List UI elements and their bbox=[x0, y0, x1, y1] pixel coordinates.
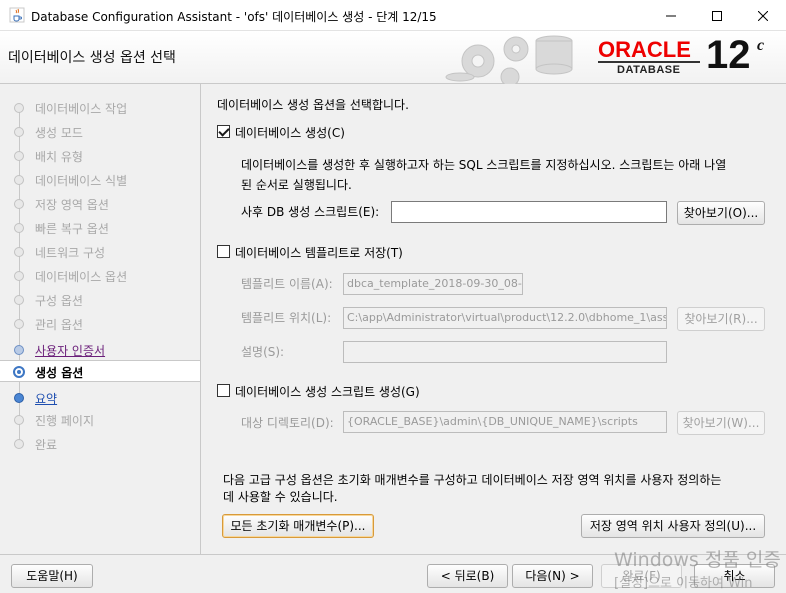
next-button[interactable]: 다음(N) > bbox=[512, 564, 593, 588]
step-indicator-icon bbox=[14, 247, 24, 257]
version-suffix: c bbox=[757, 37, 765, 54]
step-15: 완료 bbox=[0, 433, 200, 455]
activation-watermark-line2: [설정]으로 이동하여 Win bbox=[614, 576, 753, 591]
create-db-desc-line1: 데이터베이스를 생성한 후 실행하고자 하는 SQL 스크립트를 지정하십시오.… bbox=[241, 158, 727, 172]
step-11[interactable]: 사용자 인증서 bbox=[0, 339, 200, 361]
step-10: 관리 옵션 bbox=[0, 313, 200, 335]
step-label: 구성 옵션 bbox=[35, 294, 83, 308]
window-title: Database Configuration Assistant - 'ofs'… bbox=[31, 10, 437, 24]
title-bar: Database Configuration Assistant - 'ofs'… bbox=[0, 0, 786, 31]
step-indicator-icon bbox=[13, 366, 25, 378]
activation-watermark-line1: Windows 정품 인증 bbox=[614, 549, 781, 571]
step-label: 빠른 복구 옵션 bbox=[35, 222, 109, 236]
all-init-params-button[interactable]: 모든 초기화 매개변수(P)... bbox=[222, 514, 374, 538]
step-label: 데이터베이스 옵션 bbox=[35, 270, 128, 284]
step-indicator-icon bbox=[14, 127, 24, 137]
step-indicator-icon bbox=[14, 175, 24, 185]
target-dir-label: 대상 디렉토리(D): bbox=[241, 416, 334, 430]
post-script-browse-button[interactable]: 찾아보기(O)... bbox=[677, 201, 765, 225]
minimize-icon bbox=[666, 15, 676, 16]
step-4: 데이터베이스 식별 bbox=[0, 169, 200, 191]
step-indicator-icon bbox=[14, 151, 24, 161]
template-name-input[interactable]: dbca_template_2018-09-30_08- bbox=[343, 273, 523, 295]
gen-scripts-label[interactable]: 데이터베이스 생성 스크립트 생성(G) bbox=[235, 383, 420, 400]
step-indicator-icon bbox=[14, 393, 24, 403]
maximize-button[interactable] bbox=[694, 0, 740, 31]
wizard-header: 데이터베이스 생성 옵션 선택 ORACLE DATABASE 12 c bbox=[0, 31, 786, 84]
version-number: 12 bbox=[706, 33, 751, 77]
step-indicator-icon bbox=[14, 319, 24, 329]
save-template-checkbox[interactable] bbox=[217, 245, 230, 258]
step-label: 관리 옵션 bbox=[35, 318, 83, 332]
step-label: 네트워크 구성 bbox=[35, 246, 106, 260]
template-location-input[interactable]: C:\app\Administrator\virtual\product\12.… bbox=[343, 307, 667, 329]
logo-divider bbox=[598, 61, 700, 63]
java-cup-icon bbox=[9, 7, 25, 23]
step-indicator-icon bbox=[14, 223, 24, 233]
target-dir-browse-button[interactable]: 찾아보기(W)... bbox=[677, 411, 765, 435]
step-label: 배치 유형 bbox=[35, 150, 83, 164]
step-label[interactable]: 요약 bbox=[35, 390, 57, 407]
target-dir-input[interactable]: {ORACLE_BASE}\admin\{DB_UNIQUE_NAME}\scr… bbox=[343, 411, 667, 433]
page-title: 데이터베이스 생성 옵션 선택 bbox=[8, 50, 176, 66]
step-1: 데이터베이스 작업 bbox=[0, 97, 200, 119]
oracle-logo-text: ORACLE bbox=[598, 37, 691, 62]
advanced-desc-line2: 데 사용할 수 있습니다. bbox=[223, 490, 338, 504]
step-7: 네트워크 구성 bbox=[0, 241, 200, 263]
step-8: 데이터베이스 옵션 bbox=[0, 265, 200, 287]
step-2: 생성 모드 bbox=[0, 121, 200, 143]
post-script-input[interactable] bbox=[391, 201, 667, 223]
step-indicator-icon bbox=[14, 295, 24, 305]
step-label: 저장 영역 옵션 bbox=[35, 198, 109, 212]
help-button[interactable]: 도움말(H) bbox=[11, 564, 93, 588]
close-button[interactable] bbox=[740, 0, 786, 31]
back-button[interactable]: < 뒤로(B) bbox=[427, 564, 508, 588]
minimize-button[interactable] bbox=[648, 0, 694, 31]
intro-text: 데이터베이스 생성 옵션을 선택합니다. bbox=[217, 98, 409, 112]
template-desc-label: 설명(S): bbox=[241, 345, 285, 359]
step-indicator-icon bbox=[14, 439, 24, 449]
step-label: 생성 모드 bbox=[35, 126, 83, 140]
create-db-checkbox[interactable] bbox=[217, 125, 230, 138]
step-3: 배치 유형 bbox=[0, 145, 200, 167]
step-13[interactable]: 요약 bbox=[0, 387, 200, 409]
close-icon bbox=[758, 10, 768, 21]
template-location-label: 템플리트 위치(L): bbox=[241, 311, 332, 325]
step-indicator-icon bbox=[14, 271, 24, 281]
step-9: 구성 옵션 bbox=[0, 289, 200, 311]
step-indicator-icon bbox=[14, 103, 24, 113]
database-logo-text: DATABASE bbox=[617, 64, 681, 76]
step-label: 데이터베이스 식별 bbox=[35, 174, 128, 188]
step-indicator-icon bbox=[14, 345, 24, 355]
save-template-label[interactable]: 데이터베이스 템플리트로 저장(T) bbox=[235, 244, 403, 261]
step-label[interactable]: 사용자 인증서 bbox=[35, 342, 105, 359]
create-db-desc-line2: 된 순서로 실행됩니다. bbox=[241, 178, 352, 192]
step-label: 데이터베이스 작업 bbox=[35, 102, 128, 116]
step-14: 진행 페이지 bbox=[0, 409, 200, 431]
customize-storage-button[interactable]: 저장 영역 위치 사용자 정의(U)... bbox=[581, 514, 765, 538]
template-location-browse-button[interactable]: 찾아보기(R)... bbox=[677, 307, 765, 331]
step-indicator-icon bbox=[14, 415, 24, 425]
template-name-label: 템플리트 이름(A): bbox=[241, 277, 333, 291]
gears-graphic bbox=[445, 35, 573, 84]
main-panel: 데이터베이스 생성 옵션을 선택합니다. 데이터베이스 생성(C) 데이터베이스… bbox=[200, 84, 786, 554]
template-desc-input[interactable] bbox=[343, 341, 667, 363]
post-script-label: 사후 DB 생성 스크립트(E): bbox=[241, 205, 380, 219]
advanced-desc-line1: 다음 고급 구성 옵션은 초기화 매개변수를 구성하고 데이터베이스 저장 영역… bbox=[223, 473, 722, 487]
gen-scripts-checkbox[interactable] bbox=[217, 384, 230, 397]
step-label: 진행 페이지 bbox=[35, 414, 95, 428]
step-label: 완료 bbox=[35, 438, 58, 452]
step-indicator-icon bbox=[14, 199, 24, 209]
step-12: 생성 옵션 bbox=[0, 360, 200, 382]
step-label: 생성 옵션 bbox=[35, 366, 84, 380]
maximize-icon bbox=[712, 10, 722, 21]
step-5: 저장 영역 옵션 bbox=[0, 193, 200, 215]
step-6: 빠른 복구 옵션 bbox=[0, 217, 200, 239]
create-db-label[interactable]: 데이터베이스 생성(C) bbox=[235, 124, 345, 141]
